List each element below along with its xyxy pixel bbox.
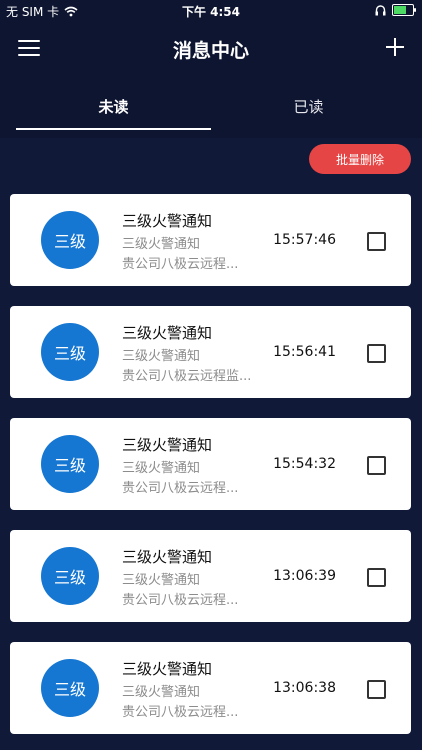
message-time: 15:54:32: [273, 456, 336, 472]
avatar: 三级: [41, 547, 99, 605]
message-card[interactable]: 三级 三级火警通知 三级火警通知 贵公司八极云远程监... 15:56:41: [10, 306, 411, 398]
message-title: 三级火警通知: [122, 212, 213, 230]
status-right: [375, 4, 416, 16]
select-checkbox[interactable]: [367, 232, 386, 251]
select-checkbox[interactable]: [367, 456, 386, 475]
headphones-icon: [375, 4, 386, 15]
avatar: 三级: [41, 659, 99, 717]
select-checkbox[interactable]: [367, 344, 386, 363]
message-title: 三级火警通知: [122, 660, 213, 678]
message-time: 13:06:38: [273, 680, 336, 696]
avatar: 三级: [41, 435, 99, 493]
select-checkbox[interactable]: [367, 680, 386, 699]
message-title: 三级火警通知: [122, 548, 213, 566]
message-time: 13:06:39: [273, 568, 336, 584]
message-card[interactable]: 三级 三级火警通知 三级火警通知 贵公司八极云远程... 13:06:39: [10, 530, 411, 622]
message-description: 贵公司八极云远程监...: [122, 369, 252, 384]
message-subtitle: 三级火警通知: [122, 237, 201, 252]
message-time: 15:56:41: [273, 344, 336, 360]
message-title: 三级火警通知: [122, 324, 213, 342]
message-subtitle: 三级火警通知: [122, 461, 201, 476]
nav-bar: 消息中心: [0, 22, 422, 78]
batch-delete-button[interactable]: 批量删除: [309, 144, 411, 174]
message-title: 三级火警通知: [122, 436, 213, 454]
message-list: 批量删除 三级 三级火警通知 三级火警通知 贵公司八极云远程... 15:57:…: [0, 138, 422, 750]
status-bar: 无 SIM 卡 下午 4:54: [0, 0, 422, 22]
avatar: 三级: [41, 323, 99, 381]
message-description: 贵公司八极云远程...: [122, 481, 239, 496]
active-tab-indicator: [16, 128, 211, 130]
tab-unread[interactable]: 未读: [16, 96, 211, 117]
message-description: 贵公司八极云远程...: [122, 705, 239, 720]
message-description: 贵公司八极云远程...: [122, 593, 239, 608]
message-card[interactable]: 三级 三级火警通知 三级火警通知 贵公司八极云远程... 13:06:38: [10, 642, 411, 734]
message-subtitle: 三级火警通知: [122, 349, 201, 364]
message-subtitle: 三级火警通知: [122, 685, 201, 700]
clock: 下午 4:54: [181, 5, 241, 19]
message-time: 15:57:46: [273, 232, 336, 248]
avatar: 三级: [41, 211, 99, 269]
tab-bar: 未读 已读: [0, 88, 422, 133]
message-card[interactable]: 三级 三级火警通知 三级火警通知 贵公司八极云远程... 15:54:32: [10, 418, 411, 510]
add-icon[interactable]: [382, 34, 408, 60]
tab-read[interactable]: 已读: [211, 96, 406, 117]
message-subtitle: 三级火警通知: [122, 573, 201, 588]
page-title: 消息中心: [172, 40, 249, 62]
message-card[interactable]: 三级 三级火警通知 三级火警通知 贵公司八极云远程... 15:57:46: [10, 194, 411, 286]
select-checkbox[interactable]: [367, 568, 386, 587]
battery-icon: [392, 4, 416, 16]
message-description: 贵公司八极云远程...: [122, 257, 239, 272]
